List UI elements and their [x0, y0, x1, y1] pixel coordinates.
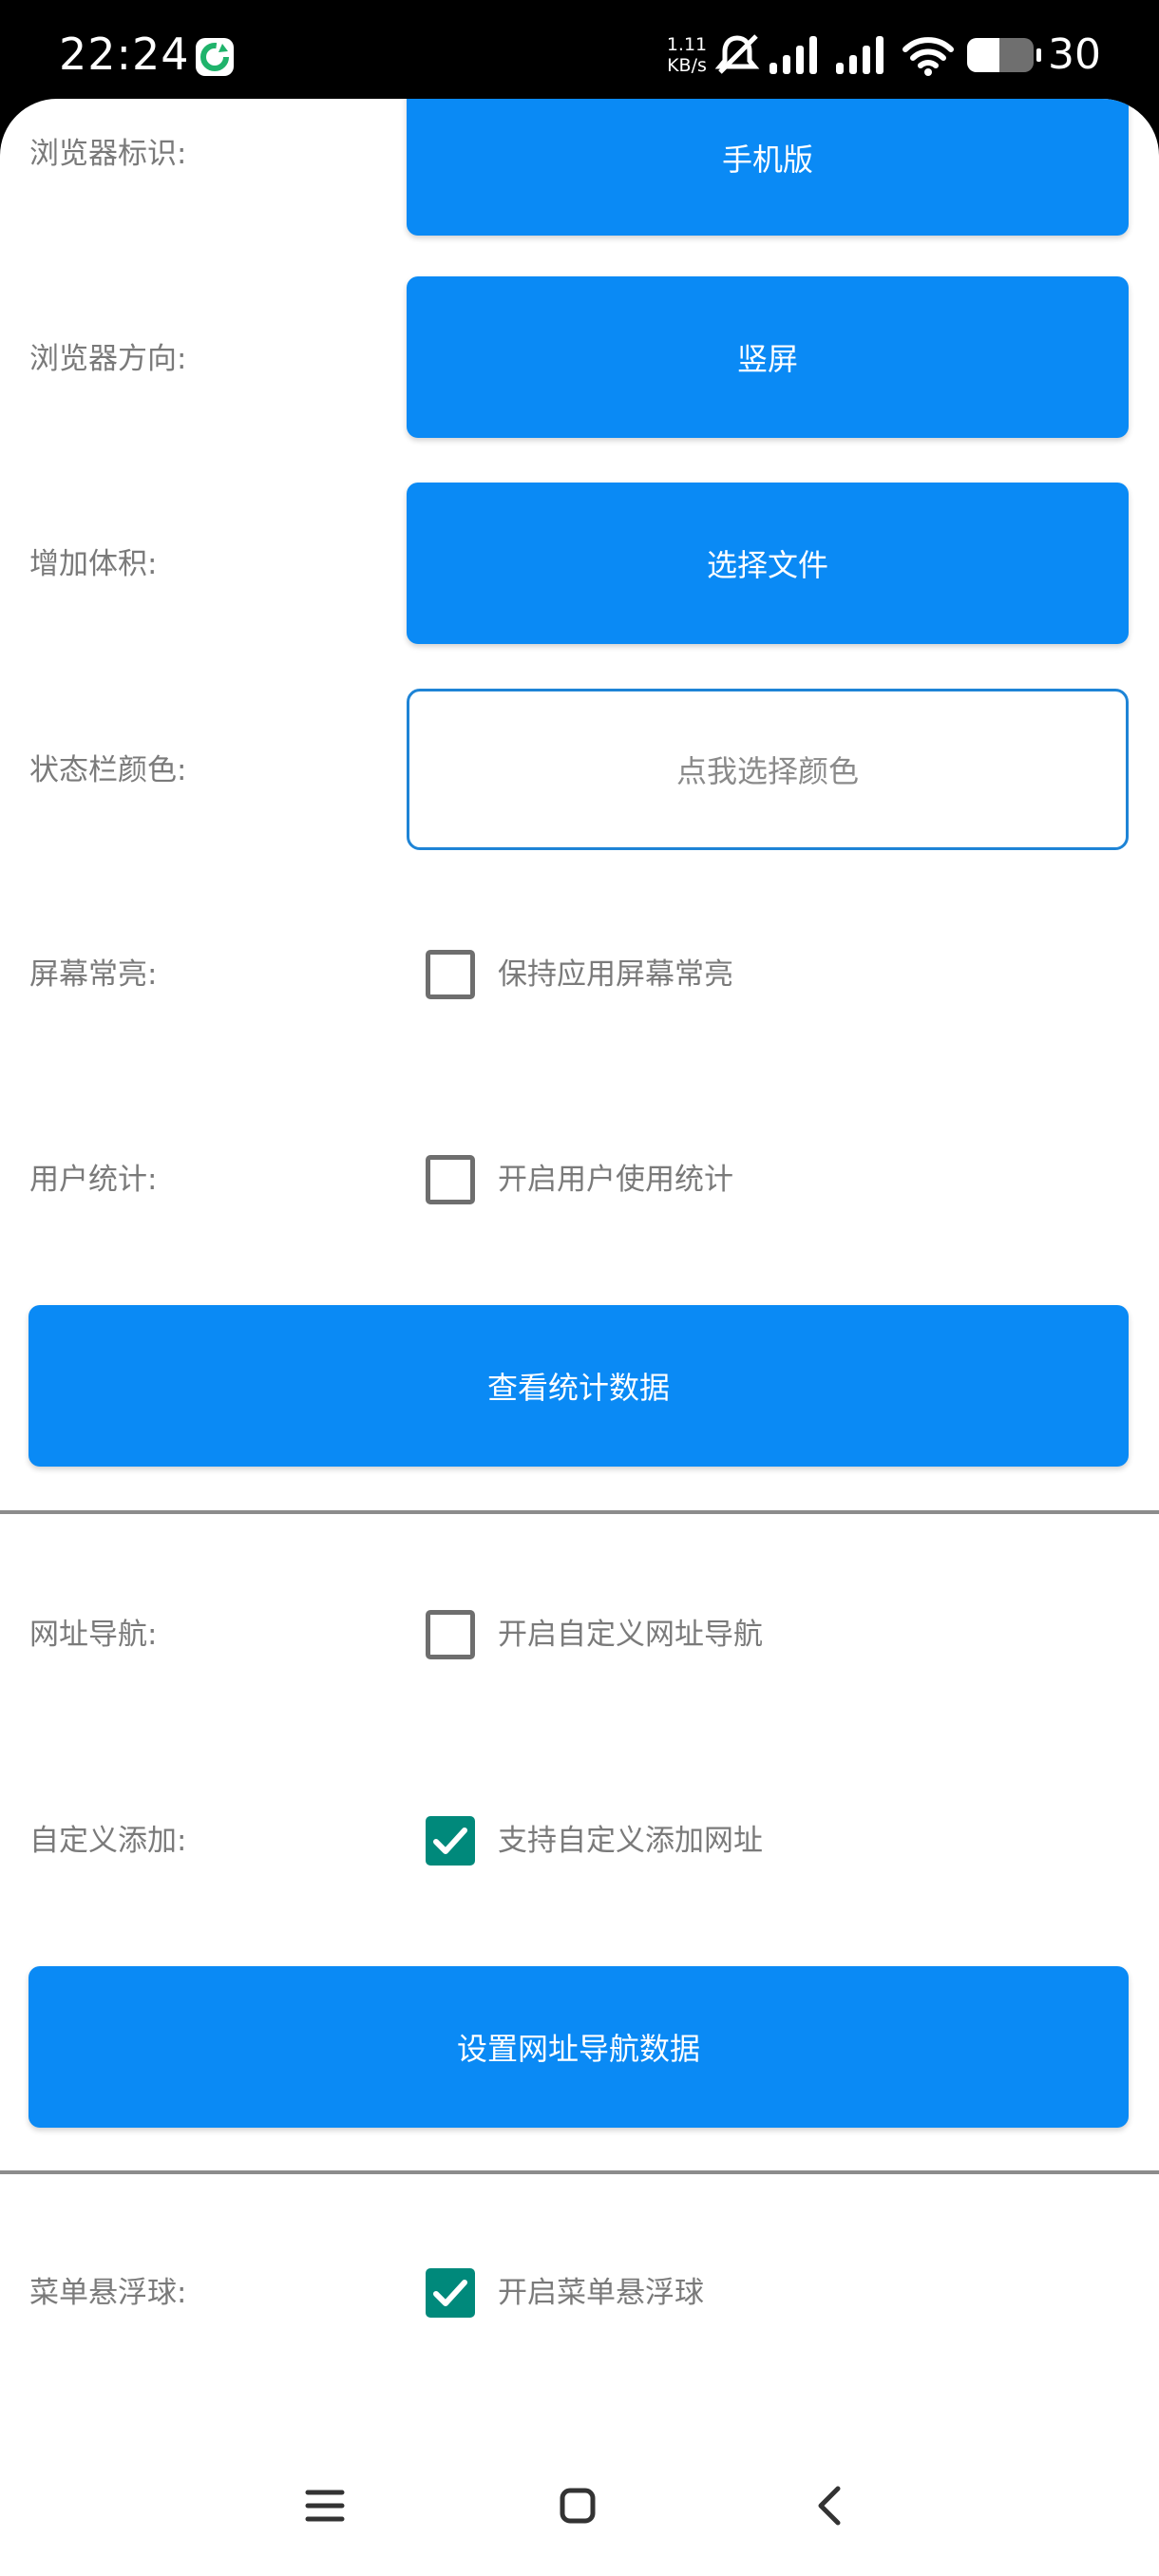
network-speed: 1.11 KB/s: [665, 34, 709, 76]
wifi-icon: [902, 34, 954, 80]
screen-on-label: 屏幕常亮:: [29, 957, 158, 992]
custom-add-checkbox-label[interactable]: 支持自定义添加网址: [498, 1822, 763, 1860]
status-bar: 22:24 1.11 KB/s 30: [0, 0, 1159, 114]
float-menu-label: 菜单悬浮球:: [29, 2276, 187, 2310]
navigation-bar: [0, 2466, 1159, 2576]
user-stats-label: 用户统计:: [29, 1163, 158, 1197]
status-bar-color-label: 状态栏颜色:: [29, 753, 187, 787]
custom-add-label: 自定义添加:: [29, 1824, 187, 1858]
view-stats-button[interactable]: 查看统计数据: [28, 1305, 1129, 1467]
app-notification-icon: [196, 38, 234, 76]
signal-icon: [768, 34, 823, 80]
checkmark-icon: [433, 2280, 467, 2306]
battery-level: 30: [1048, 30, 1101, 79]
phone-screen: 22:24 1.11 KB/s 30 浏览器标识: 手机版 浏览器方向: 竖屏 …: [0, 0, 1159, 2576]
mute-icon: [714, 32, 760, 82]
menu-icon[interactable]: [304, 2485, 346, 2530]
status-time: 22:24: [59, 28, 190, 80]
orientation-button[interactable]: 竖屏: [407, 276, 1129, 438]
settings-screen: 浏览器标识: 手机版 浏览器方向: 竖屏 增加体积: 选择文件 状态栏颜色: 点…: [0, 99, 1159, 2576]
network-speed-unit: KB/s: [667, 55, 707, 76]
user-stats-checkbox[interactable]: [426, 1155, 475, 1204]
url-nav-checkbox[interactable]: [426, 1610, 475, 1659]
checkmark-icon: [433, 1828, 467, 1854]
browser-id-button[interactable]: 手机版: [407, 99, 1129, 236]
orientation-label: 浏览器方向:: [29, 342, 187, 376]
divider: [0, 1510, 1159, 1514]
signal-icon: [834, 34, 889, 80]
back-icon[interactable]: [809, 2485, 851, 2530]
url-nav-label: 网址导航:: [29, 1618, 158, 1652]
divider: [0, 2170, 1159, 2174]
screen-on-checkbox-label[interactable]: 保持应用屏幕常亮: [498, 956, 733, 994]
pick-color-button[interactable]: 点我选择颜色: [407, 689, 1129, 850]
browser-id-label: 浏览器标识:: [29, 137, 187, 171]
battery-icon: [965, 36, 1043, 78]
float-menu-checkbox-label[interactable]: 开启菜单悬浮球: [498, 2274, 704, 2312]
set-nav-data-button[interactable]: 设置网址导航数据: [28, 1966, 1129, 2128]
float-menu-checkbox[interactable]: [426, 2268, 475, 2318]
home-icon[interactable]: [557, 2485, 598, 2530]
network-speed-value: 1.11: [666, 34, 708, 55]
user-stats-checkbox-label[interactable]: 开启用户使用统计: [498, 1161, 733, 1199]
increase-size-label: 增加体积:: [29, 547, 158, 581]
custom-add-checkbox[interactable]: [426, 1816, 475, 1866]
url-nav-checkbox-label[interactable]: 开启自定义网址导航: [498, 1616, 763, 1654]
screen-on-checkbox[interactable]: [426, 950, 475, 999]
choose-file-button[interactable]: 选择文件: [407, 483, 1129, 644]
